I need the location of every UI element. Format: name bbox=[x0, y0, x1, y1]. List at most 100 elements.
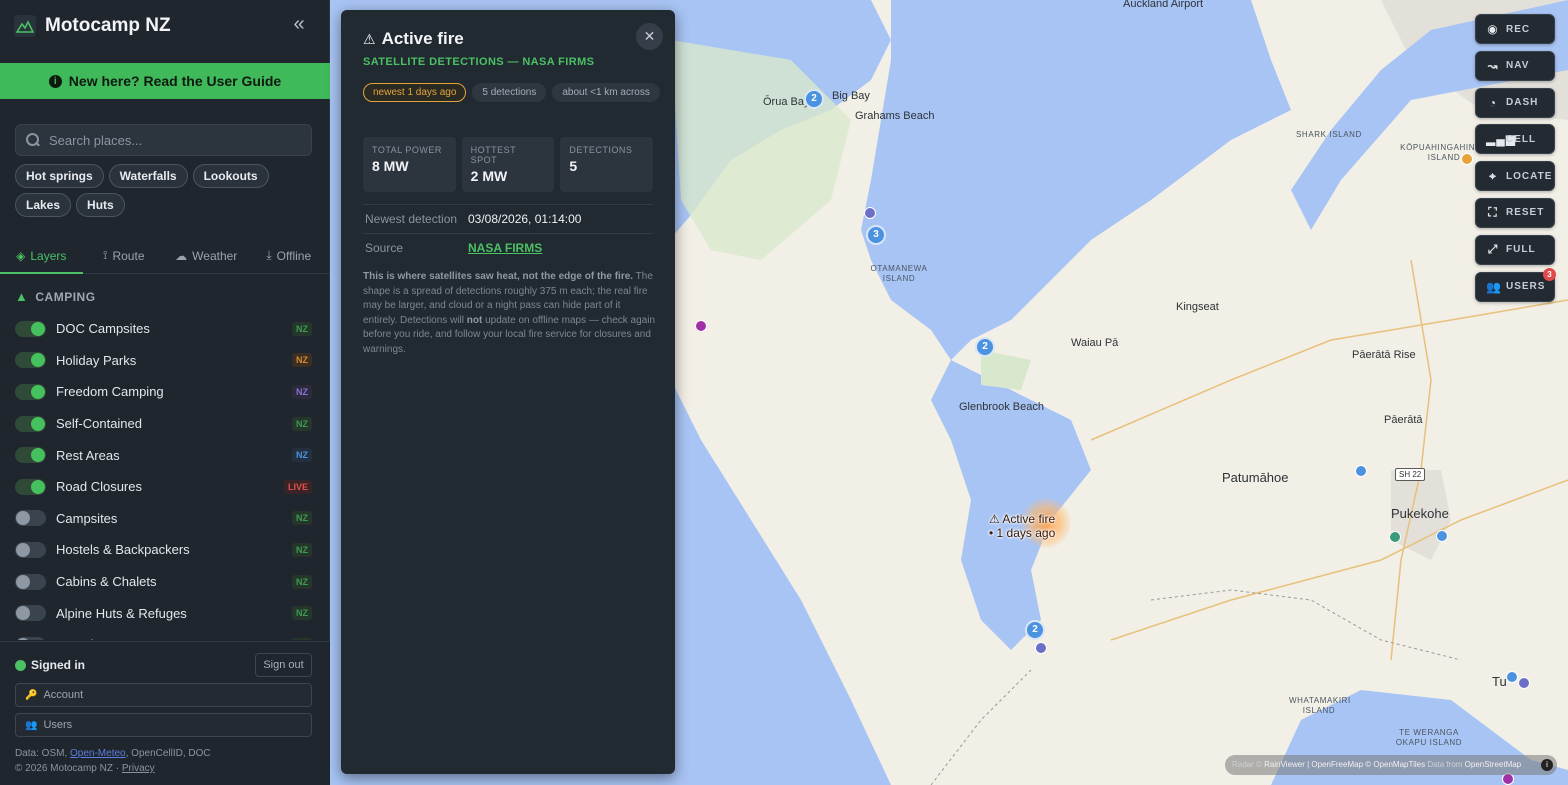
layer-toggle[interactable] bbox=[15, 383, 46, 400]
layer-label: Road Closures bbox=[56, 479, 142, 495]
map-control-rail: ◉ REC ↝ NAV ◔ DASH ▂▄▆ CELL ⌖ LOCATE ⛶ RESET ⤢ FULL 👥 U… bbox=[1475, 14, 1556, 308]
cell-button[interactable]: ▂▄▆ CELL bbox=[1475, 124, 1555, 155]
chip-waterfalls[interactable]: Waterfalls bbox=[108, 164, 188, 188]
dashboard-icon: ◔ bbox=[1488, 95, 1498, 110]
tab-weather[interactable]: ☁ Weather bbox=[165, 238, 248, 273]
fire-stat-card: DETECTIONS 5 bbox=[560, 137, 654, 192]
sidebar: Motocamp NZ « i New here? Read the User … bbox=[0, 0, 330, 785]
layer-row[interactable]: Road Closures LIVE bbox=[15, 471, 315, 503]
camp-cluster[interactable]: 2 bbox=[804, 89, 824, 109]
attribution-info-icon[interactable]: i bbox=[1541, 759, 1553, 771]
map-pin[interactable] bbox=[1436, 530, 1448, 542]
layer-toggle[interactable] bbox=[15, 320, 46, 337]
layer-badge: LIVE bbox=[283, 479, 312, 494]
users-icon: 👥 bbox=[1486, 279, 1502, 294]
search-box bbox=[15, 124, 312, 156]
chip-lookouts[interactable]: Lookouts bbox=[192, 164, 269, 188]
account-label: Account bbox=[43, 689, 84, 701]
users-button[interactable]: 👥 USERS 3 bbox=[1475, 267, 1556, 302]
chip-lakes[interactable]: Lakes bbox=[15, 193, 72, 217]
tab-offline[interactable]: ⤓ Offline bbox=[248, 238, 331, 273]
map-pin[interactable] bbox=[864, 207, 876, 219]
map-pin[interactable] bbox=[695, 320, 707, 332]
layer-toggle[interactable] bbox=[15, 352, 46, 369]
place-label: TE WERANGA OKAPU ISLAND bbox=[1395, 728, 1463, 747]
map-pin[interactable] bbox=[1518, 677, 1530, 689]
rainviewer-link[interactable]: RainViewer bbox=[1264, 760, 1305, 769]
fire-disclaimer: This is where satellites saw heat, not t… bbox=[363, 270, 655, 358]
map-pin[interactable] bbox=[1506, 671, 1518, 683]
route-icon: ⟟ bbox=[103, 248, 108, 262]
quick-filter-chips: Hot springs Waterfalls Lookouts Lakes Hu… bbox=[15, 164, 315, 217]
user-guide-banner[interactable]: i New here? Read the User Guide bbox=[0, 63, 330, 99]
key-icon: 🔑 bbox=[25, 689, 38, 701]
account-button[interactable]: 🔑 Account bbox=[15, 683, 312, 707]
layer-row[interactable]: Holiday Parks NZ bbox=[15, 345, 315, 377]
layer-toggle[interactable] bbox=[15, 415, 46, 432]
layer-badge: NZ bbox=[292, 637, 312, 640]
camp-cluster[interactable]: 2 bbox=[975, 337, 995, 357]
credits-text: Data: OSM, bbox=[15, 748, 71, 759]
rail-label: NAV bbox=[1506, 60, 1530, 72]
map-pin[interactable] bbox=[1389, 531, 1401, 543]
tab-route[interactable]: ⟟ Route bbox=[83, 238, 166, 273]
layer-toggle[interactable] bbox=[15, 510, 46, 527]
layer-row[interactable]: DOC Campsites NZ bbox=[15, 313, 315, 345]
stat-value: 5 bbox=[569, 158, 578, 174]
nasa-firms-link[interactable]: NASA FIRMS bbox=[468, 241, 542, 255]
camping-layer-list: DOC Campsites NZ Holiday Parks NZ Freedom Ca… bbox=[15, 313, 315, 640]
layer-row[interactable]: Guesthouses & B&B NZ bbox=[15, 629, 315, 640]
osm-link[interactable]: OpenStreetMap bbox=[1465, 760, 1521, 769]
layer-label: Alpine Huts & Refuges bbox=[56, 605, 187, 621]
dash-button[interactable]: ◔ DASH bbox=[1475, 87, 1555, 118]
app-title: Motocamp NZ bbox=[45, 15, 171, 36]
layer-row[interactable]: Self-Contained NZ bbox=[15, 408, 315, 440]
layer-toggle[interactable] bbox=[15, 573, 46, 590]
map-pin[interactable] bbox=[1461, 153, 1473, 165]
search-input[interactable] bbox=[49, 132, 289, 148]
place-label: OTAMANEWA ISLAND bbox=[870, 264, 928, 283]
layer-row[interactable]: Alpine Huts & Refuges NZ bbox=[15, 597, 315, 629]
reset-button[interactable]: ⛶ RESET bbox=[1475, 197, 1555, 228]
rec-button[interactable]: ◉ REC bbox=[1475, 14, 1555, 44]
layer-toggle[interactable] bbox=[15, 447, 46, 464]
tab-layers[interactable]: ◈ Layers bbox=[0, 238, 83, 274]
map-pin[interactable] bbox=[1035, 642, 1047, 654]
layer-row[interactable]: Hostels & Backpackers NZ bbox=[15, 534, 315, 566]
layer-toggle[interactable] bbox=[15, 478, 46, 495]
route-shield-sh22: SH 22 bbox=[1395, 468, 1426, 481]
chip-huts[interactable]: Huts bbox=[76, 193, 125, 217]
panel-title-text: Active fire bbox=[381, 29, 464, 48]
users-icon: 👥 bbox=[25, 719, 38, 731]
users-button[interactable]: 👥 Users bbox=[15, 713, 312, 737]
privacy-link[interactable]: Privacy bbox=[122, 763, 155, 774]
attribution-text-3: Data from bbox=[1427, 760, 1465, 769]
place-label: Grahams Beach bbox=[855, 110, 935, 122]
place-label: Kingseat bbox=[1176, 301, 1219, 313]
data-credits: Data: OSM, Open-Meteo, OpenCellID, DOC ©… bbox=[15, 746, 211, 776]
layer-row[interactable]: Freedom Camping NZ bbox=[15, 376, 315, 408]
place-label: Pukekohe bbox=[1391, 506, 1449, 521]
layer-row[interactable]: Cabins & Chalets NZ bbox=[15, 566, 315, 598]
open-meteo-link[interactable]: Open-Meteo bbox=[70, 748, 126, 759]
layer-toggle[interactable] bbox=[15, 605, 46, 622]
source-label: Source bbox=[365, 240, 404, 255]
chip-hot-springs[interactable]: Hot springs bbox=[15, 164, 104, 188]
layer-toggle[interactable] bbox=[15, 636, 46, 640]
place-label: Pāerātā Rise bbox=[1352, 349, 1416, 361]
layer-badge: NZ bbox=[292, 606, 312, 621]
close-panel-button[interactable]: ✕ bbox=[636, 23, 663, 50]
camp-cluster[interactable]: 3 bbox=[866, 225, 886, 245]
fire-map-label[interactable]: ⚠ Active fire • 1 days ago bbox=[989, 512, 1055, 540]
map-pin[interactable] bbox=[1355, 465, 1367, 477]
layer-label: Guesthouses & B&B bbox=[56, 637, 175, 640]
layer-toggle[interactable] bbox=[15, 541, 46, 558]
collapse-sidebar-button[interactable]: « bbox=[288, 14, 310, 36]
locate-button[interactable]: ⌖ LOCATE bbox=[1475, 161, 1555, 192]
sign-out-button[interactable]: Sign out bbox=[255, 653, 312, 677]
camp-cluster[interactable]: 2 bbox=[1025, 620, 1045, 640]
layer-row[interactable]: Campsites NZ bbox=[15, 503, 315, 535]
layer-row[interactable]: Rest Areas NZ bbox=[15, 439, 315, 471]
nav-button[interactable]: ↝ NAV bbox=[1475, 50, 1555, 81]
full-button[interactable]: ⤢ FULL bbox=[1475, 234, 1555, 265]
